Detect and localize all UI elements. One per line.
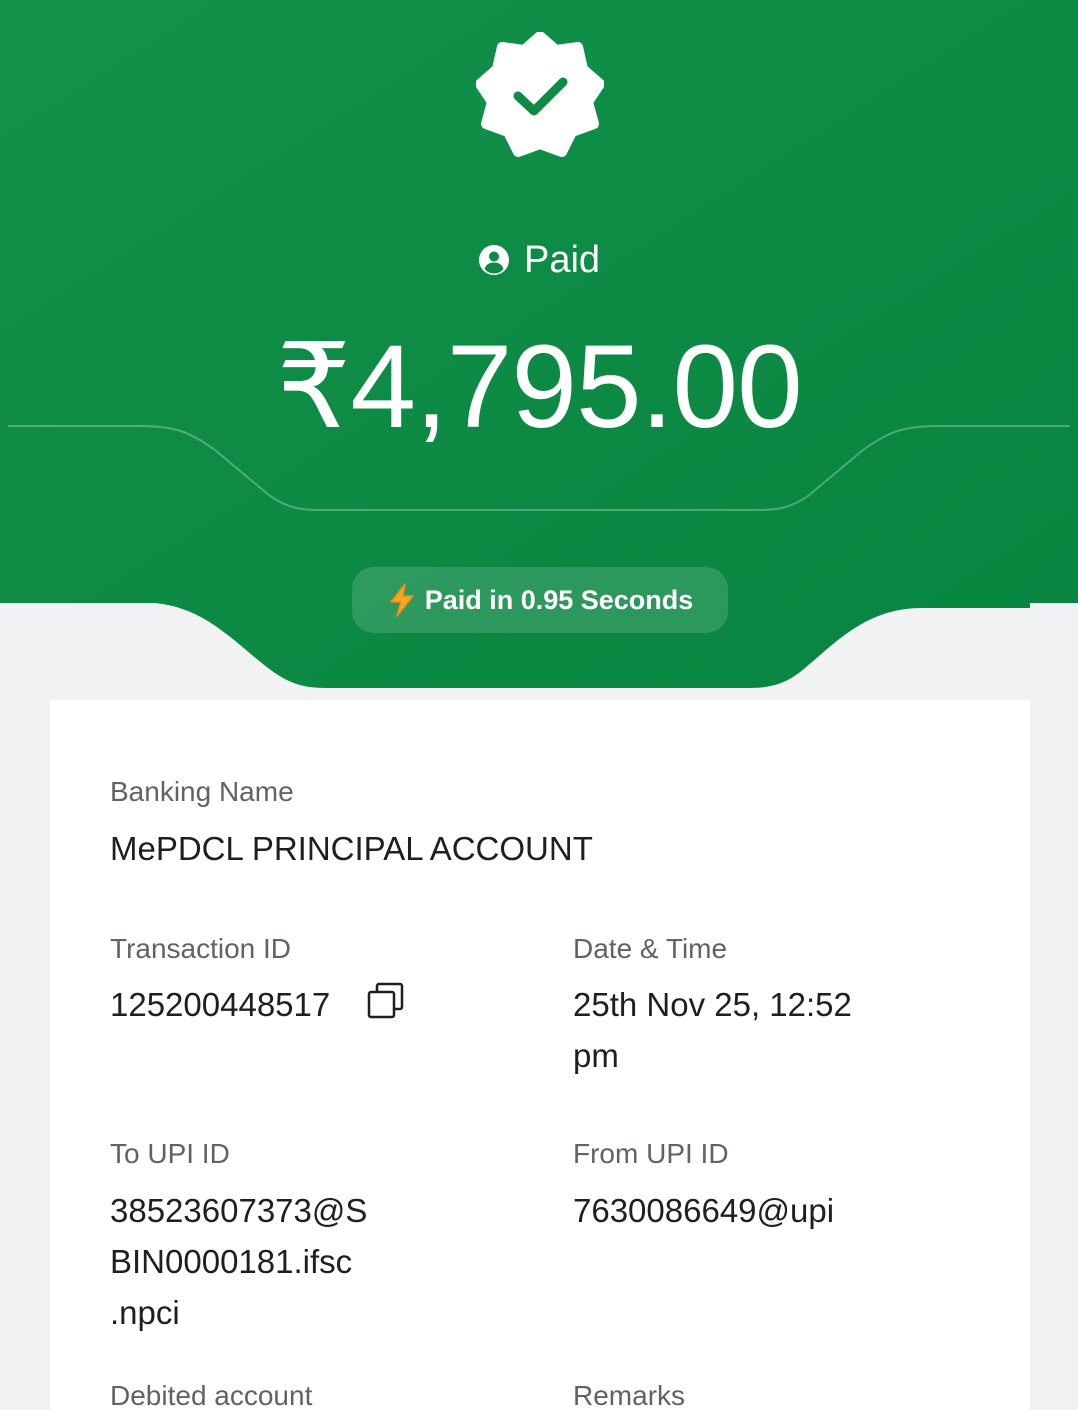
from-upi-value: 7630086649@upi (573, 1192, 835, 1229)
banking-name-value: MePDCL PRINCIPAL ACCOUNT (110, 830, 593, 867)
payment-speed-badge: Paid in 0.95 Seconds (352, 567, 728, 633)
banking-name-label: Banking Name (110, 776, 294, 807)
date-time-label: Date & Time (573, 933, 728, 964)
payment-speed-label: Paid in 0.95 Seconds (424, 584, 694, 615)
to-upi-label: To UPI ID (110, 1138, 230, 1169)
to-upi-line: BIN0000181.ifsc (110, 1243, 353, 1280)
user-circle-icon (478, 245, 509, 275)
transaction-details-card: Banking Name MePDCL PRINCIPAL ACCOUNT Tr… (50, 700, 1030, 1410)
date-time-line: pm (573, 1037, 619, 1074)
verified-check-badge-icon (476, 32, 604, 157)
transaction-id-label: Transaction ID (110, 933, 292, 964)
to-upi-line: .npci (110, 1294, 180, 1331)
from-upi-label: From UPI ID (573, 1138, 729, 1169)
lightning-bolt-icon (389, 583, 414, 617)
status-label: Paid (523, 238, 601, 281)
transaction-id-value: 125200448517 (110, 986, 331, 1023)
to-upi-value: 38523607373@S BIN0000181.ifsc .npci (110, 1185, 367, 1338)
date-time-value: 25th Nov 25, 12:52 pm (573, 979, 852, 1081)
copy-icon[interactable] (366, 981, 406, 1021)
remarks-label: Remarks (573, 1380, 686, 1410)
date-time-line: 25th Nov 25, 12:52 (573, 986, 852, 1023)
debited-account-label: Debited account (110, 1380, 313, 1410)
payment-amount: ₹4,795.00 (276, 321, 802, 453)
payment-status-header: Paid ₹4,795.00 Paid in 0.95 Seconds (0, 0, 1078, 700)
to-upi-line: 38523607373@S (110, 1192, 368, 1229)
payment-status: Paid (0, 232, 1078, 288)
